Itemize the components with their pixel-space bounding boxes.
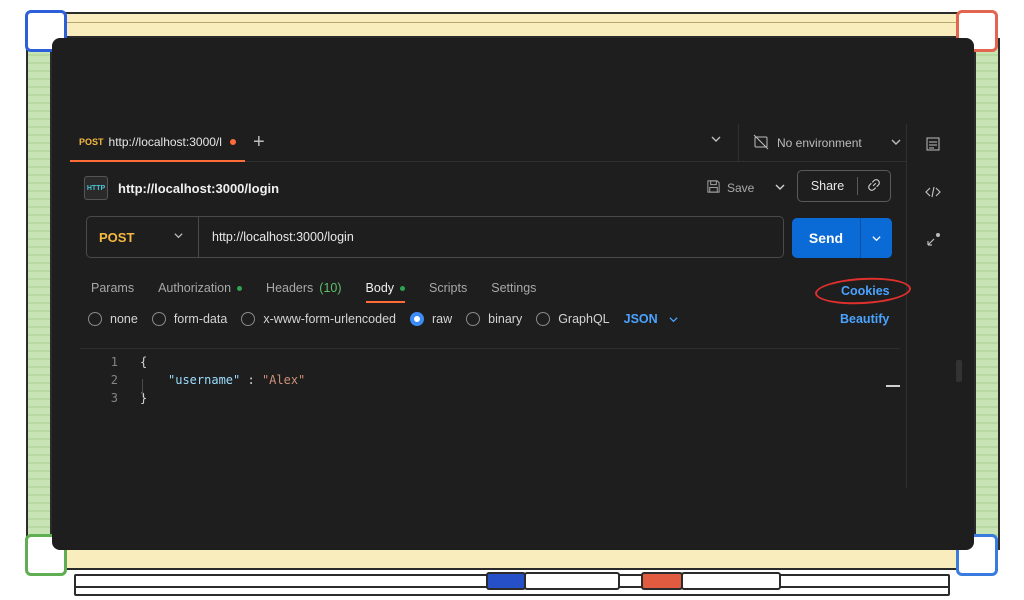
body-type-graphql[interactable]: GraphQL (536, 312, 610, 326)
tab-scripts-label: Scripts (429, 281, 468, 295)
copy-link-icon[interactable] (858, 178, 890, 195)
tab-authorization-label: Authorization (158, 281, 232, 295)
request-title[interactable]: http://localhost:3000/login (118, 181, 279, 196)
method-label: POST (99, 229, 135, 245)
method-dropdown[interactable]: POST (87, 217, 199, 257)
save-icon[interactable] (706, 179, 721, 197)
right-sidebar (906, 124, 958, 488)
radio-raw[interactable] (410, 312, 424, 326)
language-dropdown[interactable]: JSON (624, 312, 679, 326)
http-request-icon: HTTP (84, 176, 108, 200)
json-value: "Alex" (261, 373, 306, 387)
unsaved-dot-icon (229, 139, 236, 145)
send-options-chevron-down-icon[interactable] (860, 218, 892, 258)
tab-params-label: Params (91, 281, 135, 295)
line-number: 2 (110, 373, 118, 387)
red-marker (681, 572, 781, 590)
tab-settings-label: Settings (491, 281, 537, 295)
body-type-form-data-label: form-data (173, 312, 228, 326)
environment-selector[interactable]: No environment (738, 124, 906, 162)
share-label: Share (798, 177, 858, 195)
body-type-graphql-label: GraphQL (558, 312, 610, 326)
radio-none[interactable] (88, 312, 102, 326)
frame-left-border (26, 38, 52, 550)
body-type-raw-label: raw (432, 312, 453, 326)
blue-marker-cap (486, 572, 526, 590)
minimap-marker (886, 385, 900, 387)
tab-scripts[interactable]: Scripts (429, 276, 467, 300)
radio-form-data[interactable] (151, 312, 166, 326)
postman-window: POST http://localhost:3000/l + No enviro… (70, 124, 962, 488)
tab-headers-label: Headers (266, 281, 314, 295)
tab-params[interactable]: Params (91, 276, 134, 300)
beautify-link[interactable]: Beautify (840, 312, 889, 326)
environment-label: No environment (777, 136, 862, 150)
headers-count: (10) (319, 281, 342, 295)
blue-marker (524, 572, 620, 590)
tabs-chevron-down-icon[interactable] (710, 132, 722, 148)
line-number: 1 (110, 355, 118, 369)
documentation-icon[interactable] (923, 134, 943, 154)
json-key: "username" (168, 373, 241, 387)
tab-url-label: http://localhost:3000/l (108, 135, 222, 149)
cookies-link[interactable]: Cookies (841, 284, 890, 298)
environment-chevron-down-icon (890, 136, 902, 151)
code-text: "username" : "Alex" (168, 373, 305, 387)
breadcrumb: HTTP http://localhost:3000/login (84, 176, 279, 200)
body-type-urlencoded-label: x-www-form-urlencoded (263, 312, 396, 326)
tab-settings[interactable]: Settings (491, 276, 536, 300)
tab-bar: POST http://localhost:3000/l + No enviro… (70, 124, 906, 162)
authorization-status-dot-icon (237, 285, 243, 291)
related-collections-icon[interactable] (923, 230, 943, 250)
code-line: 2 "username" : "Alex" (80, 371, 306, 389)
body-type-binary[interactable]: binary (466, 312, 522, 326)
radio-binary[interactable] (466, 312, 481, 326)
request-tabs: Params Authorization Headers (10) Body Sc… (91, 276, 536, 303)
code-line: 3 } (80, 389, 147, 407)
no-environment-icon (753, 134, 769, 153)
code-line: 1 { (80, 353, 147, 371)
body-type-raw[interactable]: raw (410, 312, 452, 326)
tab-body[interactable]: Body (365, 276, 406, 303)
frame-top-border (62, 12, 962, 38)
body-type-binary-label: binary (488, 312, 523, 326)
json-separator: : (240, 373, 262, 387)
frame-bottom-border (62, 548, 962, 570)
save-button[interactable]: Save (727, 181, 754, 195)
body-editor[interactable]: 1 { 2 "username" : "Alex" 3 } (80, 348, 900, 488)
share-button[interactable]: Share (797, 170, 891, 202)
method-chevron-down-icon (173, 230, 184, 244)
body-type-none[interactable]: none (88, 312, 138, 326)
radio-urlencoded[interactable] (241, 312, 256, 326)
screen: POST http://localhost:3000/l + No enviro… (52, 38, 974, 550)
indent-guide (142, 379, 143, 397)
tab-method-label: POST (79, 137, 104, 147)
save-options-chevron-down-icon[interactable] (774, 181, 786, 196)
body-type-urlencoded[interactable]: x-www-form-urlencoded (241, 312, 396, 326)
scrollbar[interactable] (956, 360, 962, 382)
send-button[interactable]: Send (792, 218, 892, 258)
radio-graphql[interactable] (536, 312, 551, 326)
body-status-dot-icon (400, 285, 406, 291)
language-label: JSON (623, 312, 658, 326)
code-snippet-icon[interactable] (923, 182, 943, 202)
new-tab-plus-icon[interactable]: + (253, 132, 265, 152)
url-bar: POST (86, 216, 784, 258)
save-group: Save (706, 173, 786, 203)
tab-body-label: Body (365, 281, 395, 295)
body-type-options: none form-data x-www-form-urlencoded raw… (88, 312, 679, 326)
language-chevron-down-icon (669, 316, 678, 322)
url-input[interactable] (199, 230, 783, 244)
body-type-form-data[interactable]: form-data (151, 312, 228, 326)
request-tab[interactable]: POST http://localhost:3000/l (70, 124, 245, 162)
tab-headers[interactable]: Headers (10) (266, 276, 341, 300)
red-marker-cap (641, 572, 683, 590)
frame-right-border (974, 38, 1000, 550)
code-text: { (140, 355, 148, 369)
body-type-none-label: none (110, 312, 138, 326)
send-label: Send (808, 230, 844, 246)
line-number: 3 (110, 391, 118, 405)
tab-authorization[interactable]: Authorization (158, 276, 243, 300)
